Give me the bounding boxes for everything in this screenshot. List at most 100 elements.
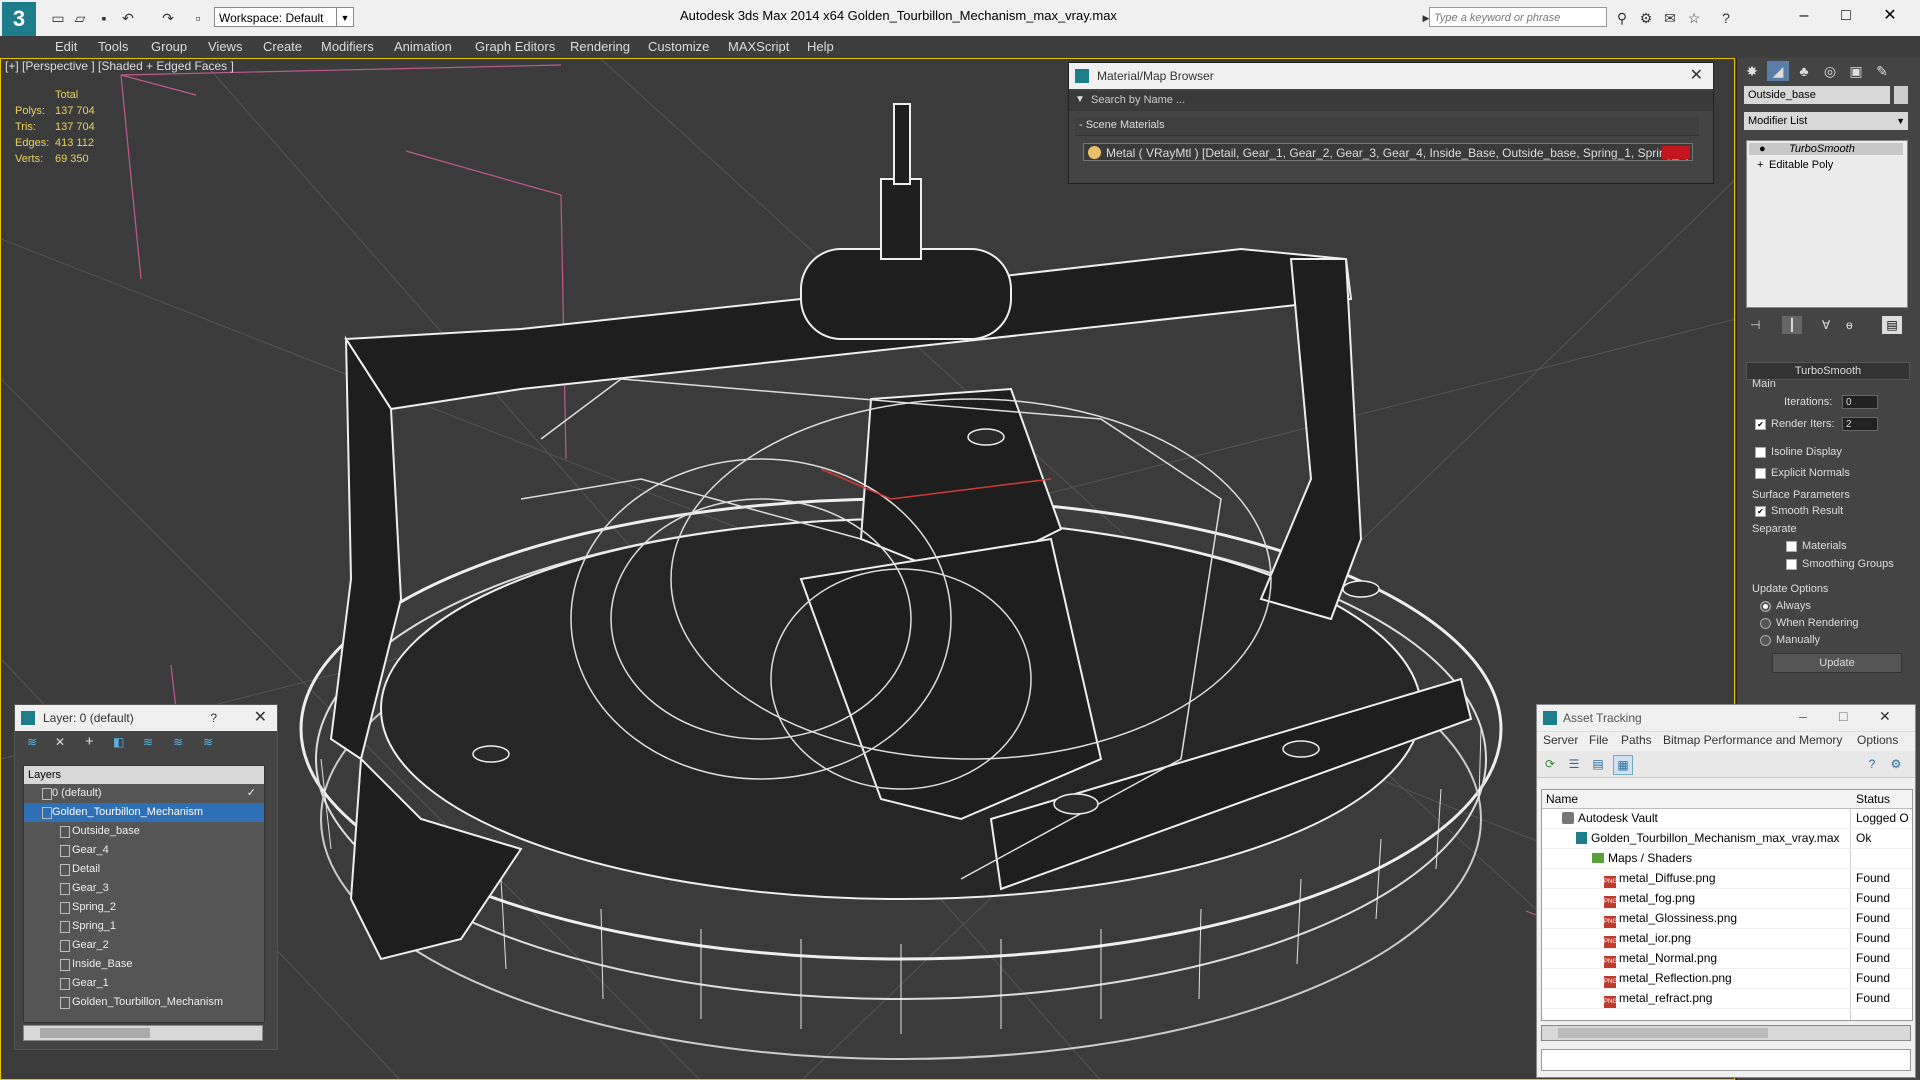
menu-bitmap-performance[interactable]: Bitmap Performance and Memory bbox=[1663, 733, 1842, 747]
make-unique-icon[interactable]: ∀ bbox=[1822, 318, 1830, 332]
material-search-input[interactable]: Search by Name ... bbox=[1091, 94, 1185, 106]
layer-object-row[interactable]: Spring_2 bbox=[24, 898, 264, 917]
asset-horizontal-scrollbar[interactable] bbox=[1541, 1025, 1911, 1041]
scrollbar-thumb[interactable] bbox=[40, 1028, 150, 1038]
table-row[interactable]: PNG metal_Diffuse.png Found bbox=[1542, 869, 1912, 889]
minimize-icon[interactable]: – bbox=[1784, 4, 1824, 28]
table-row[interactable]: PNG metal_Reflection.png Found bbox=[1542, 969, 1912, 989]
table-row[interactable]: PNG metal_ior.png Found bbox=[1542, 929, 1912, 949]
show-end-result-icon[interactable]: ┃ bbox=[1782, 316, 1802, 334]
new-layer-icon[interactable]: ≋ bbox=[27, 735, 37, 749]
project-folder-icon[interactable]: ▫ bbox=[188, 8, 208, 28]
redo-icon[interactable]: ↷ bbox=[158, 8, 178, 28]
favorites-icon[interactable]: ☆ bbox=[1684, 8, 1704, 28]
settings-icon[interactable]: ⚙ bbox=[1887, 755, 1905, 773]
menu-maxscript[interactable]: MAXScript bbox=[728, 39, 789, 54]
hide-layers-icon[interactable]: ≋ bbox=[173, 735, 183, 749]
material-metal-row[interactable]: Metal ( VRayMtl ) [Detail, Gear_1, Gear_… bbox=[1083, 143, 1693, 161]
materials-checkbox[interactable] bbox=[1786, 541, 1797, 552]
configure-modifier-sets-icon[interactable]: ▤ bbox=[1882, 316, 1902, 334]
menu-graph-editors[interactable]: Graph Editors bbox=[475, 39, 555, 54]
table-row[interactable]: PNG metal_Glossiness.png Found bbox=[1542, 909, 1912, 929]
workspace-dropdown[interactable]: Workspace: Default ▼ bbox=[214, 7, 354, 27]
highlight-layer-icon[interactable]: ≋ bbox=[143, 735, 153, 749]
create-tab-icon[interactable]: ✸ bbox=[1741, 61, 1763, 81]
object-name-field[interactable]: Outside_base bbox=[1744, 86, 1890, 104]
name-column-header[interactable]: Name bbox=[1546, 792, 1578, 806]
menu-options[interactable]: Options bbox=[1857, 733, 1898, 747]
table-row[interactable]: Maps / Shaders bbox=[1542, 849, 1912, 869]
maximize-icon[interactable]: □ bbox=[1839, 708, 1847, 724]
layer-object-row[interactable]: Gear_2 bbox=[24, 936, 264, 955]
table-row[interactable]: PNG metal_fog.png Found bbox=[1542, 889, 1912, 909]
minimize-icon[interactable]: – bbox=[1799, 708, 1807, 724]
menu-rendering[interactable]: Rendering bbox=[570, 39, 630, 54]
menu-tools[interactable]: Tools bbox=[98, 39, 128, 54]
stack-item-editable-poly[interactable]: Editable Poly bbox=[1769, 159, 1833, 171]
menu-modifiers[interactable]: Modifiers bbox=[321, 39, 374, 54]
explicit-normals-checkbox[interactable] bbox=[1755, 468, 1766, 479]
menu-create[interactable]: Create bbox=[263, 39, 302, 54]
help-icon[interactable]: ? bbox=[1716, 8, 1736, 28]
utilities-tab-icon[interactable]: ✎ bbox=[1871, 61, 1893, 81]
smoothing-groups-checkbox[interactable] bbox=[1786, 559, 1797, 570]
isoline-display-checkbox[interactable] bbox=[1755, 447, 1766, 458]
manually-radio[interactable] bbox=[1760, 635, 1771, 646]
list-view-icon[interactable]: ☰ bbox=[1565, 755, 1583, 773]
close-icon[interactable]: ✕ bbox=[1690, 63, 1703, 89]
render-iters-checkbox[interactable]: ✔ bbox=[1755, 419, 1766, 430]
update-button[interactable]: Update bbox=[1772, 653, 1902, 673]
layer-object-row[interactable]: Outside_base bbox=[24, 822, 264, 841]
add-to-layer-icon[interactable]: + bbox=[85, 733, 94, 750]
binoculars-icon[interactable]: ⚲ bbox=[1612, 8, 1632, 28]
modify-tab-icon[interactable]: ◢ bbox=[1767, 61, 1789, 81]
smooth-result-checkbox[interactable]: ✔ bbox=[1755, 506, 1766, 517]
motion-tab-icon[interactable]: ◎ bbox=[1819, 61, 1841, 81]
menu-customize[interactable]: Customize bbox=[648, 39, 709, 54]
menu-edit[interactable]: Edit bbox=[55, 39, 77, 54]
menu-server[interactable]: Server bbox=[1543, 733, 1578, 747]
open-file-icon[interactable]: ▱ bbox=[70, 8, 90, 28]
help-icon[interactable]: ? bbox=[210, 705, 217, 731]
viewport-label[interactable]: [+] [Perspective ] [Shaded + Edged Faces… bbox=[5, 59, 234, 73]
modifier-list-dropdown[interactable]: Modifier List ▼ bbox=[1744, 112, 1908, 130]
status-column-header[interactable]: Status bbox=[1856, 792, 1890, 806]
layer-object-row[interactable]: Gear_4 bbox=[24, 841, 264, 860]
scrollbar-thumb[interactable] bbox=[1558, 1028, 1768, 1038]
menu-help[interactable]: Help bbox=[807, 39, 834, 54]
layer-row[interactable]: Golden_Tourbillon_Mechanism bbox=[24, 803, 264, 822]
when-rendering-radio[interactable] bbox=[1760, 618, 1771, 629]
keyword-search-input[interactable]: Type a keyword or phrase bbox=[1429, 7, 1607, 27]
asset-path-field[interactable] bbox=[1541, 1049, 1911, 1071]
expand-plus-icon[interactable]: + bbox=[1757, 159, 1763, 171]
remove-modifier-icon[interactable]: ɵ bbox=[1846, 318, 1853, 332]
save-icon[interactable]: ▪ bbox=[94, 8, 114, 28]
layer-object-row[interactable]: Gear_1 bbox=[24, 974, 264, 993]
display-tab-icon[interactable]: ▣ bbox=[1845, 61, 1867, 81]
refresh-icon[interactable]: ⟳ bbox=[1541, 755, 1559, 773]
render-iters-spinner[interactable]: 2 bbox=[1842, 417, 1878, 431]
communication-icon[interactable]: ✉ bbox=[1660, 8, 1680, 28]
search-options-icon[interactable]: ▼ bbox=[1075, 94, 1085, 105]
menu-paths[interactable]: Paths bbox=[1621, 733, 1652, 747]
layer-object-row[interactable]: Gear_3 bbox=[24, 879, 264, 898]
menu-views[interactable]: Views bbox=[208, 39, 242, 54]
layer-object-row[interactable]: Golden_Tourbillon_Mechanism bbox=[24, 993, 264, 1012]
stack-item-turbosmooth[interactable]: TurboSmooth bbox=[1749, 143, 1903, 155]
help-icon[interactable]: ? bbox=[1863, 755, 1881, 773]
menu-animation[interactable]: Animation bbox=[394, 39, 452, 54]
delete-layer-icon[interactable]: ✕ bbox=[55, 735, 65, 749]
object-color-swatch[interactable] bbox=[1894, 86, 1908, 104]
layer-object-row[interactable]: Spring_1 bbox=[24, 917, 264, 936]
close-icon[interactable]: ✕ bbox=[1870, 4, 1910, 28]
subscription-icon[interactable]: ⚙ bbox=[1636, 8, 1656, 28]
layer-object-row[interactable]: Inside_Base bbox=[24, 955, 264, 974]
scene-materials-section[interactable]: - Scene Materials bbox=[1075, 117, 1699, 136]
always-radio[interactable] bbox=[1760, 601, 1771, 612]
detail-view-icon[interactable]: ▤ bbox=[1589, 755, 1607, 773]
hierarchy-tab-icon[interactable]: ♣ bbox=[1793, 61, 1815, 81]
maximize-icon[interactable]: □ bbox=[1826, 4, 1866, 28]
layer-horizontal-scrollbar[interactable] bbox=[23, 1025, 263, 1041]
table-row[interactable]: Golden_Tourbillon_Mechanism_max_vray.max… bbox=[1542, 829, 1912, 849]
freeze-layers-icon[interactable]: ≋ bbox=[203, 735, 213, 749]
